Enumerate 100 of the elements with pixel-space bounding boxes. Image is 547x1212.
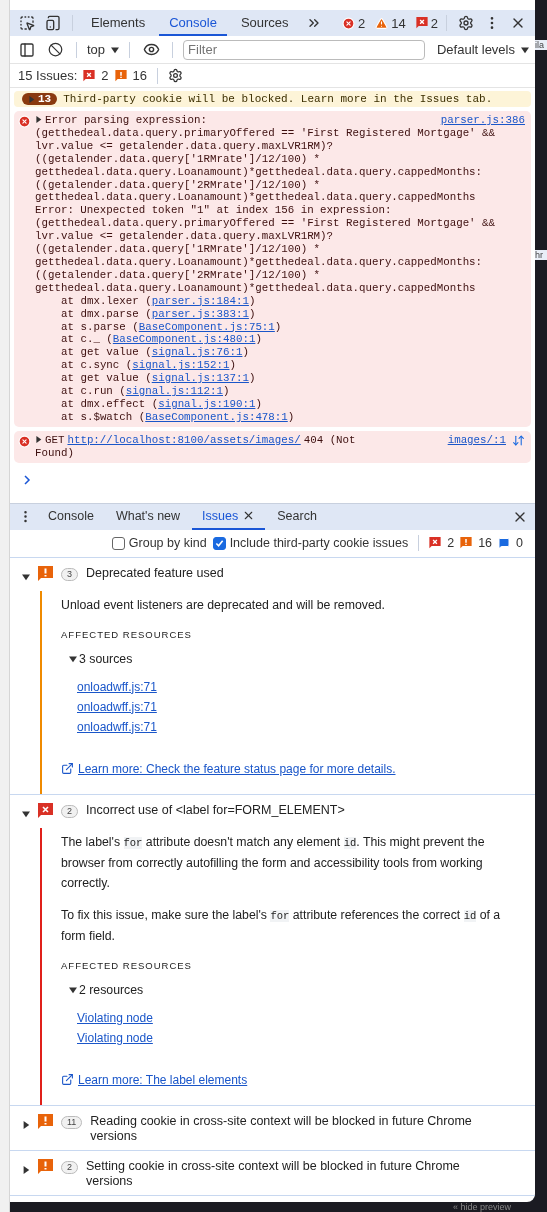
source-link[interactable]: images/:1 bbox=[447, 433, 506, 447]
live-expression-icon[interactable] bbox=[142, 41, 160, 58]
stack-frame-text: at s.parse ( bbox=[61, 320, 139, 333]
stack-frame-text: ) bbox=[255, 397, 262, 410]
resources-label[interactable]: 3 sources bbox=[79, 651, 133, 666]
warning-count: 16 bbox=[478, 536, 493, 551]
caret-icon[interactable] bbox=[69, 985, 77, 994]
stack-frame-link[interactable]: parser.js:383:1 bbox=[151, 307, 249, 320]
error-text: (getthedeal.data.query.primaryOffered == 'First Registered Mortgage' && bbox=[35, 126, 497, 140]
inspect-element-icon[interactable] bbox=[19, 15, 35, 31]
error-icon bbox=[18, 115, 31, 128]
dropdown-caret-icon[interactable] bbox=[111, 45, 120, 54]
stack-frame-text: ) bbox=[248, 294, 256, 307]
stack-frame-link[interactable]: signal.js:112:1 bbox=[125, 385, 223, 398]
caret-icon[interactable] bbox=[22, 809, 30, 818]
stack-frame-link[interactable]: signal.js:152:1 bbox=[132, 359, 230, 372]
settings-icon[interactable] bbox=[167, 68, 183, 83]
caret-icon[interactable] bbox=[35, 435, 42, 443]
error-text: ((getalender.data.query['2RMrate']/12/100) * bbox=[35, 178, 322, 192]
caret-icon[interactable] bbox=[22, 572, 30, 581]
status-text: Found) bbox=[35, 446, 75, 460]
stack-frame-text: at get value ( bbox=[61, 346, 152, 359]
stack-frame-link[interactable]: parser.js:184:1 bbox=[151, 294, 249, 307]
stack-frame-link[interactable]: BaseComponent.js:75:1 bbox=[138, 320, 275, 333]
issue-count: 2 bbox=[61, 804, 78, 818]
filter-checkbox[interactable]: Group by kind bbox=[111, 536, 207, 551]
error-text: lvr.value <= getalender.data.query.maxLVR1RM)? bbox=[35, 230, 335, 244]
stack-frame-link[interactable]: BaseComponent.js:480:1 bbox=[112, 333, 256, 346]
error-icon bbox=[18, 434, 31, 448]
warning-flag-icon bbox=[38, 1113, 53, 1130]
section-heading: AFFECTED RESOURCES bbox=[61, 959, 193, 971]
resource-link[interactable]: onloadwff.js:71 bbox=[77, 719, 521, 734]
cookie-warning-banner[interactable]: 13 Third-party cookie will be blocked. Learn more in the Issues tab. bbox=[14, 91, 531, 107]
issue-title: Reading cookie in cross-site context will be blocked in future Chrome versions bbox=[90, 1113, 473, 1144]
error-text: Error: Unexpected token "1" at index 156 in expression: bbox=[35, 204, 393, 218]
request-url-link[interactable]: http://localhost:8100/assets/images/ bbox=[67, 433, 301, 447]
context-selector[interactable]: top bbox=[87, 42, 120, 57]
filter-checkbox[interactable]: Include third-party cookie issues bbox=[212, 536, 409, 551]
network-request-icon[interactable] bbox=[512, 433, 525, 447]
error-text: getthedeal.data.query.Loanamount)*getthedeal.data.query.cappedMonths bbox=[35, 191, 477, 205]
drawer-tab[interactable]: Search bbox=[267, 503, 327, 531]
resource-link[interactable]: Violating node bbox=[77, 1030, 521, 1045]
drawer-tab[interactable]: What's new bbox=[105, 503, 191, 531]
learn-more-link[interactable]: Learn more: Check the feature status page for more details. bbox=[78, 761, 396, 776]
stack-frame-text: at c.sync ( bbox=[61, 359, 133, 372]
drawer-tab[interactable]: Issues bbox=[192, 503, 266, 531]
panel-tab[interactable]: Elements bbox=[81, 10, 156, 36]
issues-summary-label[interactable]: 15 Issues: bbox=[18, 68, 78, 83]
drawer-tab[interactable]: Console bbox=[38, 503, 104, 531]
sidebar-toggle-icon[interactable] bbox=[19, 41, 35, 58]
issue-title: Setting cookie in cross-site context will be blocked in future Chrome versions bbox=[86, 1158, 461, 1189]
panel-tab[interactable]: Console bbox=[159, 10, 227, 36]
caret-icon[interactable] bbox=[22, 1165, 30, 1174]
issue-description: Unload event listeners are deprecated and will be removed. bbox=[61, 596, 386, 614]
stack-frame-text: at dmx.effect ( bbox=[61, 397, 159, 410]
learn-more-link[interactable]: Learn more: The label elements bbox=[78, 1072, 248, 1087]
stack-frame-text: at c.run ( bbox=[61, 385, 126, 398]
stack-frame-link[interactable]: BaseComponent.js:478:1 bbox=[145, 410, 288, 423]
error-flag-icon bbox=[83, 69, 96, 82]
issue-row[interactable]: 2 Setting cookie in cross-site context will be blocked in future Chrome versions bbox=[10, 1150, 535, 1196]
resources-label[interactable]: 2 resources bbox=[79, 982, 144, 997]
warning-flag-icon bbox=[114, 69, 127, 82]
error-text: Error parsing expression: bbox=[45, 114, 207, 127]
source-link[interactable]: parser.js:386 bbox=[440, 114, 525, 127]
filter-field[interactable]: Filter bbox=[183, 39, 425, 60]
issue-count[interactable]: 2 bbox=[430, 15, 438, 31]
error-text: ((getalender.data.query['1RMrate']/12/100) * bbox=[35, 152, 322, 166]
settings-icon[interactable] bbox=[458, 15, 474, 31]
stack-frame-link[interactable]: signal.js:137:1 bbox=[151, 372, 249, 385]
panel-tab[interactable]: Sources bbox=[230, 10, 299, 36]
caret-icon[interactable] bbox=[69, 654, 77, 663]
stack-frame-text: at s.$watch ( bbox=[61, 410, 146, 423]
stack-frame-link[interactable]: signal.js:190:1 bbox=[158, 397, 256, 410]
stack-frame-text: at get value ( bbox=[61, 372, 152, 385]
resource-link[interactable]: Violating node bbox=[77, 1010, 521, 1025]
clear-console-icon[interactable] bbox=[47, 42, 63, 57]
resource-link[interactable]: onloadwff.js:71 bbox=[77, 699, 521, 714]
info-count: 0 bbox=[516, 536, 523, 551]
stack-frame-text: ) bbox=[248, 307, 256, 320]
device-toolbar-icon[interactable] bbox=[45, 15, 61, 31]
hide-preview-link[interactable]: « hide preview bbox=[452, 1202, 511, 1212]
stack-frame-text: ) bbox=[229, 359, 236, 372]
caret-icon[interactable] bbox=[22, 1120, 30, 1129]
log-levels-dropdown[interactable]: Default levels bbox=[436, 42, 529, 57]
resource-link[interactable]: onloadwff.js:71 bbox=[77, 679, 521, 694]
error-text: lvr.value <= getalender.data.query.maxLVR1RM)? bbox=[35, 139, 335, 153]
dropdown-caret-icon[interactable] bbox=[521, 45, 529, 54]
stack-frame-link[interactable]: signal.js:76:1 bbox=[151, 346, 243, 359]
message-count[interactable]: 13 bbox=[22, 93, 58, 105]
issue-count: 3 bbox=[61, 567, 78, 581]
issue-count: 11 bbox=[61, 1115, 83, 1129]
warning-count[interactable]: 14 bbox=[391, 15, 406, 31]
section-heading: AFFECTED RESOURCES bbox=[61, 628, 193, 640]
issue-row[interactable]: 11 Reading cookie in cross-site context will be blocked in future Chrome versions bbox=[10, 1105, 535, 1151]
caret-icon[interactable] bbox=[35, 116, 42, 123]
error-flag-icon bbox=[429, 537, 442, 550]
background-text: hr bbox=[535, 250, 547, 260]
error-count[interactable]: 2 bbox=[358, 15, 366, 31]
stack-frame-text: ) bbox=[287, 410, 295, 423]
error-count: 2 bbox=[447, 536, 455, 551]
